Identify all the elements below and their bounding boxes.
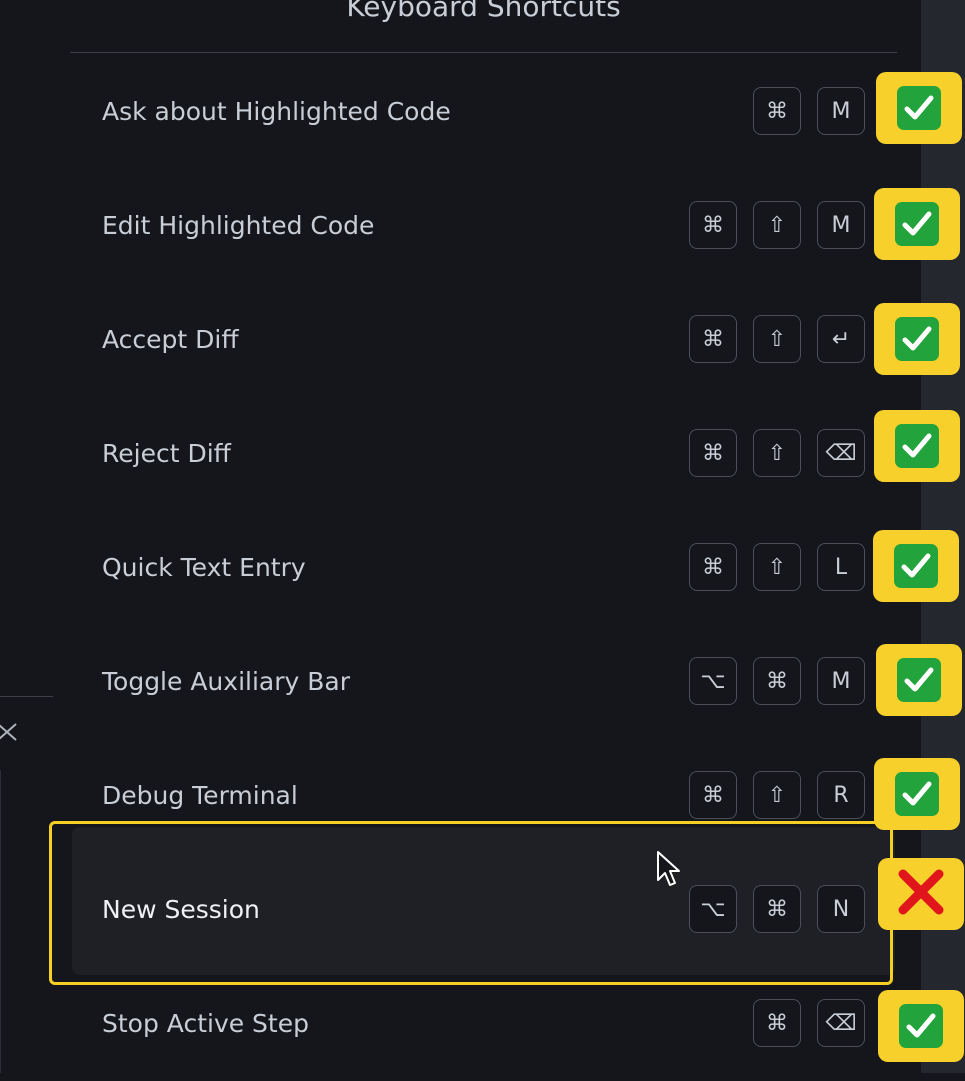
key-combo: ⌘ ⇧ ↵ [689,315,865,365]
command-key: ⌘ [689,201,737,249]
status-badge [874,758,960,830]
command-key: ⌘ [689,315,737,363]
shortcut-label: Reject Diff [102,439,231,468]
check-icon [895,424,939,468]
shortcut-row: Accept Diff ⌘ ⇧ ↵ [70,283,897,397]
key-combo: ⌥ ⌘ M [689,657,865,707]
command-key: ⌘ [753,999,801,1047]
m-key: M [817,201,865,249]
shift-key: ⇧ [753,201,801,249]
shortcut-label: Accept Diff [102,325,239,354]
status-badge [874,303,960,375]
enter-key: ↵ [817,315,865,363]
page-title: Keyboard Shortcuts [346,0,621,23]
m-key: M [817,657,865,705]
shortcut-label: Toggle Auxiliary Bar [102,667,350,696]
m-key: M [817,87,865,135]
option-key: ⌥ [689,657,737,705]
key-combo: ⌘ ⌫ [753,999,865,1049]
status-badge [878,858,964,930]
mouse-cursor-icon [656,850,682,894]
shortcut-label: Quick Text Entry [102,553,306,582]
shortcut-row: Quick Text Entry ⌘ ⇧ L [70,511,897,625]
command-key: ⌘ [689,771,737,819]
shift-key: ⇧ [753,429,801,477]
check-icon [897,658,941,702]
command-key: ⌘ [753,87,801,135]
l-key: L [817,543,865,591]
check-icon [895,772,939,816]
key-combo: ⌘ ⇧ M [689,201,865,251]
status-badge [873,530,959,602]
shortcut-row: Ask about Highlighted Code ⌘ M [70,55,897,169]
close-icon[interactable] [0,722,20,742]
key-combo: ⌘ ⇧ R [689,771,865,821]
key-combo: ⌘ ⇧ L [689,543,865,593]
shortcut-row: Reject Diff ⌘ ⇧ ⌫ [70,397,897,511]
command-key: ⌘ [689,429,737,477]
check-icon [895,202,939,246]
shortcut-row: Edit Highlighted Code ⌘ ⇧ M [70,169,897,283]
title-divider [70,52,897,53]
status-badge [874,188,960,260]
check-icon [897,86,941,130]
status-badge [878,990,964,1062]
left-panel-divider [0,696,53,697]
highlight-frame [49,821,893,985]
key-combo: ⌘ M [753,87,865,137]
check-icon [899,1004,943,1048]
check-icon [895,317,939,361]
command-key: ⌘ [753,657,801,705]
shortcut-label: Ask about Highlighted Code [102,97,451,126]
shift-key: ⇧ [753,771,801,819]
backspace-key: ⌫ [817,999,865,1047]
left-panel-border [0,770,1,1073]
status-badge [876,644,962,716]
key-combo: ⌘ ⇧ ⌫ [689,429,865,479]
shift-key: ⇧ [753,543,801,591]
cross-icon [897,868,945,920]
r-key: R [817,771,865,819]
backspace-key: ⌫ [817,429,865,477]
shortcut-row: Toggle Auxiliary Bar ⌥ ⌘ M [70,625,897,739]
status-badge [876,72,962,144]
command-key: ⌘ [689,543,737,591]
status-badge [874,410,960,482]
shift-key: ⇧ [753,315,801,363]
shortcut-label: Edit Highlighted Code [102,211,375,240]
check-icon [894,544,938,588]
